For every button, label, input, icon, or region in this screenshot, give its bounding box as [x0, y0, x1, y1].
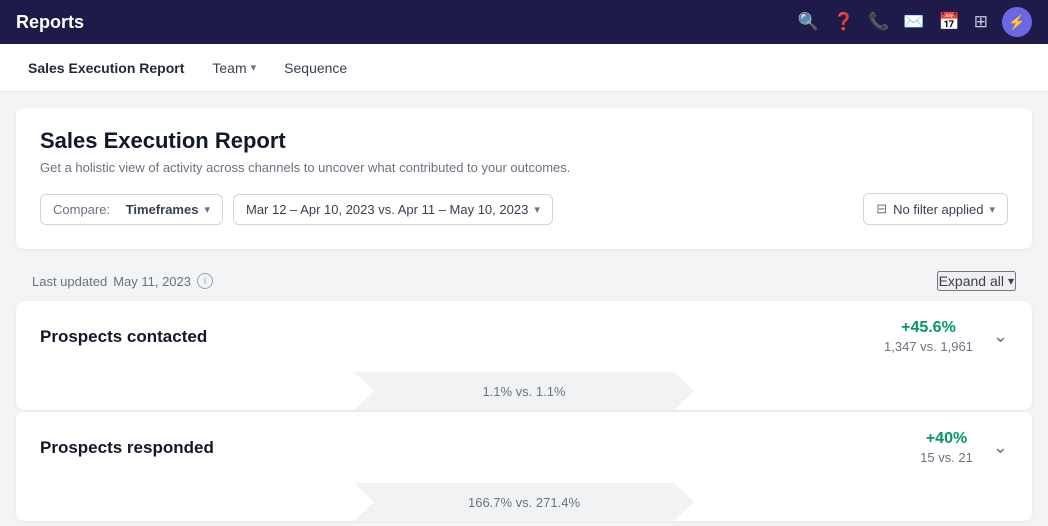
metric-values-0: +45.6% 1,347 vs. 1,961 [884, 319, 973, 354]
metric-subtext-1: 166.7% vs. 271.4% [468, 495, 580, 510]
nav-label-sales-execution: Sales Execution Report [28, 60, 184, 76]
report-title: Sales Execution Report [40, 128, 1008, 154]
date-range-chevron-icon: ▾ [534, 203, 540, 216]
filter-right: ⊟ No filter applied ▾ [863, 193, 1008, 225]
metric-subrow-1: 166.7% vs. 271.4% [16, 483, 1032, 521]
nav-item-team[interactable]: Team ▾ [200, 54, 268, 82]
report-header-card: Sales Execution Report Get a holistic vi… [16, 108, 1032, 249]
info-icon[interactable]: i [197, 273, 213, 289]
metric-row-1[interactable]: Prospects responded +40% 15 vs. 21 ⌄ [16, 412, 1032, 483]
report-description: Get a holistic view of activity across c… [40, 160, 1008, 175]
grid-icon[interactable]: ⊞ [974, 12, 988, 32]
top-bar: Reports 🔍 ❓ 📞 ✉️ 📅 ⊞ ⚡ [0, 0, 1048, 44]
updated-bar: Last updated May 11, 2023 i Expand all ▾ [16, 261, 1032, 301]
compare-label: Compare: [53, 202, 110, 217]
expand-all-label: Expand all [939, 273, 1004, 289]
metric-chevron-0: ⌄ [993, 326, 1008, 347]
search-icon[interactable]: 🔍 [798, 12, 819, 32]
main-content: Sales Execution Report Get a holistic vi… [0, 92, 1048, 526]
metric-values-1: +40% 15 vs. 21 [920, 430, 973, 465]
compare-timeframes-button[interactable]: Compare: Timeframes ▾ [40, 194, 223, 225]
expand-all-chevron-icon: ▾ [1008, 274, 1014, 288]
metric-name-1: Prospects responded [40, 438, 920, 458]
nav-label-sequence: Sequence [284, 60, 347, 76]
date-range-button[interactable]: Mar 12 – Apr 10, 2023 vs. Apr 11 – May 1… [233, 194, 553, 225]
filter-icon: ⊟ [876, 201, 887, 217]
filter-label: No filter applied [893, 202, 983, 217]
mail-icon[interactable]: ✉️ [903, 12, 924, 32]
no-filter-button[interactable]: ⊟ No filter applied ▾ [863, 193, 1008, 225]
metric-comparison-1: 15 vs. 21 [920, 450, 973, 465]
metric-name-0: Prospects contacted [40, 327, 884, 347]
phone-icon[interactable]: 📞 [868, 12, 889, 32]
metric-section-0: Prospects contacted +45.6% 1,347 vs. 1,9… [16, 301, 1032, 410]
metric-change-0: +45.6% [884, 319, 973, 337]
metric-chevron-1: ⌄ [993, 437, 1008, 458]
compare-value: Timeframes [126, 202, 199, 217]
filter-row: Compare: Timeframes ▾ Mar 12 – Apr 10, 2… [40, 193, 1008, 225]
calendar-icon[interactable]: 📅 [939, 12, 960, 32]
nav-bar: Sales Execution Report Team ▾ Sequence [0, 44, 1048, 92]
compare-chevron-icon: ▾ [204, 203, 210, 216]
help-icon[interactable]: ❓ [833, 12, 854, 32]
expand-all-button[interactable]: Expand all ▾ [937, 271, 1016, 291]
metric-change-1: +40% [920, 430, 973, 448]
top-bar-icons: 🔍 ❓ 📞 ✉️ 📅 ⊞ ⚡ [798, 7, 1032, 37]
nav-label-team: Team [212, 60, 246, 76]
last-updated-date: May 11, 2023 [113, 274, 191, 289]
nav-item-sales-execution[interactable]: Sales Execution Report [16, 54, 196, 82]
metric-subtext-0: 1.1% vs. 1.1% [482, 384, 565, 399]
metric-comparison-0: 1,347 vs. 1,961 [884, 339, 973, 354]
filter-chevron-icon: ▾ [989, 203, 995, 216]
metric-subrow-0: 1.1% vs. 1.1% [16, 372, 1032, 410]
page-title: Reports [16, 12, 84, 33]
last-updated-label: Last updated [32, 274, 107, 289]
updated-bar-left: Last updated May 11, 2023 i [32, 273, 213, 289]
metric-row-0[interactable]: Prospects contacted +45.6% 1,347 vs. 1,9… [16, 301, 1032, 372]
team-chevron-icon: ▾ [251, 61, 257, 74]
metric-section-1: Prospects responded +40% 15 vs. 21 ⌄ 166… [16, 412, 1032, 521]
user-avatar[interactable]: ⚡ [1002, 7, 1032, 37]
nav-item-sequence[interactable]: Sequence [272, 54, 359, 82]
date-range-text: Mar 12 – Apr 10, 2023 vs. Apr 11 – May 1… [246, 202, 528, 217]
